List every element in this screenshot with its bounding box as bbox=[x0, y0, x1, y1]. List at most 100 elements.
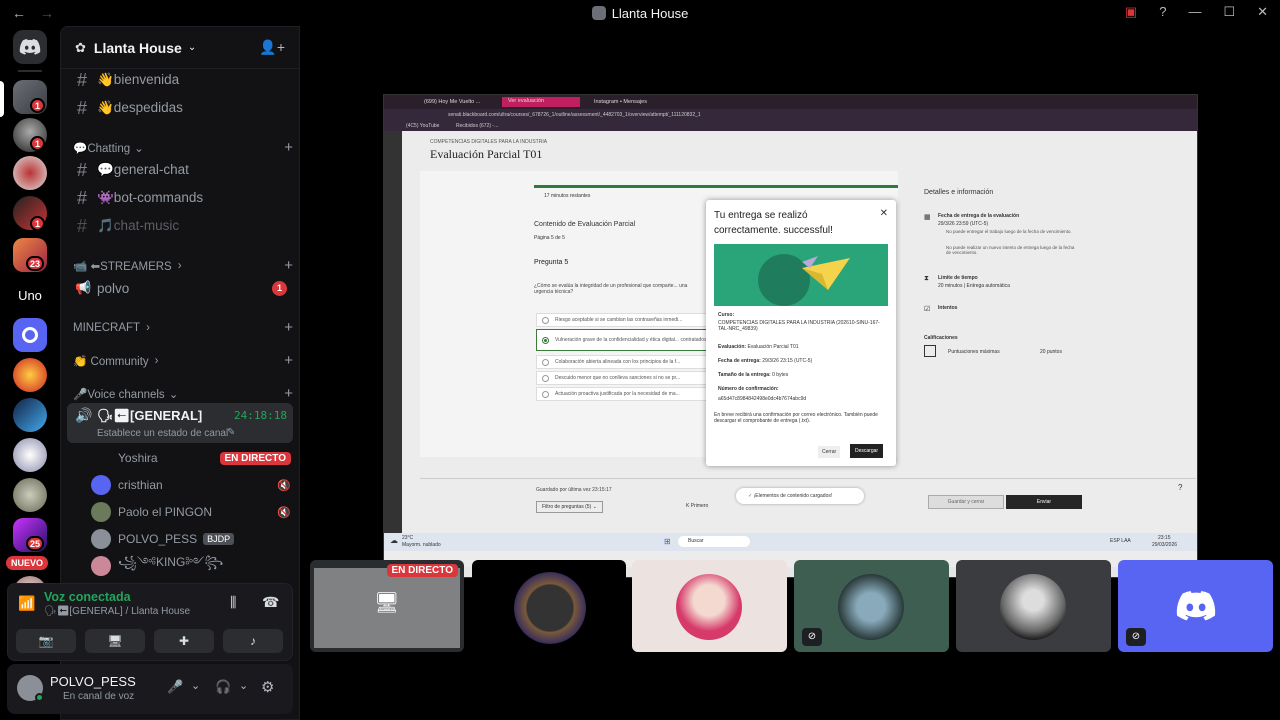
maximize-button[interactable]: ☐ bbox=[1223, 4, 1235, 20]
chevron-right-icon: › bbox=[177, 259, 182, 272]
due-note: No puede realizar un nuevo intento de en… bbox=[946, 245, 1075, 255]
category-streamers[interactable]: 📹 ⬅STREAMERS › + bbox=[73, 257, 293, 274]
server-6[interactable] bbox=[13, 358, 47, 392]
channel-label: 💬general-chat bbox=[97, 162, 189, 177]
inbox-icon[interactable]: ▣ bbox=[1125, 4, 1137, 20]
voice-channel-path[interactable]: 🗣⬅[GENERAL] / Llanta House bbox=[44, 606, 190, 617]
question-filter-button[interactable]: Filtro de preguntas (5) ⌄ bbox=[536, 501, 603, 513]
category-label: 🎤Voice channels bbox=[73, 388, 165, 401]
chevron-down-icon[interactable]: ⌄ bbox=[239, 679, 248, 692]
headphones-icon[interactable]: 🎧 bbox=[215, 679, 231, 695]
disconnect-icon[interactable]: ☎ bbox=[262, 594, 279, 611]
minimize-button[interactable]: — bbox=[1188, 4, 1201, 20]
option-text: Riesgo aceptable si se cambian las contr… bbox=[555, 317, 683, 323]
tile-participant[interactable] bbox=[472, 560, 626, 652]
voice-member-polvo-pess[interactable]: POLVO_PESS BJDP bbox=[91, 527, 291, 551]
deafened-icon: 🔇 bbox=[277, 479, 291, 492]
channel-general-chat[interactable]: # 💬general-chat bbox=[67, 157, 293, 183]
voice-member-yoshira[interactable]: Yoshira EN DIRECTO bbox=[91, 446, 291, 470]
title-bar: ← → Llanta House ▣ ? — ☐ ✕ bbox=[0, 0, 1280, 26]
server-8[interactable] bbox=[13, 438, 47, 472]
channel-bienvenida[interactable]: # 👋bienvenida bbox=[67, 67, 293, 93]
user-panel: POLVO_PESS En canal de voz 🎤 ⌄ 🎧 ⌄ ⚙ bbox=[7, 664, 293, 714]
guild-boost-icon: ✿ bbox=[75, 39, 86, 55]
search-box[interactable]: Buscar bbox=[678, 536, 750, 547]
server-9[interactable] bbox=[13, 478, 47, 512]
toggle-camera-button[interactable]: 📷 bbox=[16, 629, 76, 653]
invite-people-icon[interactable]: 👤+ bbox=[259, 39, 285, 56]
browser-tab[interactable]: (699) Hoy Me Vuelto ... bbox=[424, 99, 480, 105]
voice-member-cristhian[interactable]: cristhian 🔇 bbox=[91, 473, 291, 497]
toast-text: ¡Elementos de contenido cargados! bbox=[753, 493, 833, 499]
pencil-icon[interactable]: ✎ bbox=[227, 427, 235, 438]
server-3[interactable] bbox=[13, 156, 47, 190]
server-uno[interactable]: Uno bbox=[13, 278, 47, 312]
modal-download-button[interactable]: Descargar bbox=[850, 444, 884, 458]
voice-member-paolo[interactable]: Paolo el PINGON 🔇 bbox=[91, 500, 291, 524]
rail-divider bbox=[18, 70, 42, 72]
timer-bar bbox=[534, 185, 898, 188]
direct-messages-button[interactable] bbox=[13, 30, 47, 64]
limit-value: 20 minutos | Entrega automática bbox=[938, 283, 1010, 289]
settings-gear-icon[interactable]: ⚙ bbox=[261, 678, 274, 696]
close-button[interactable]: ✕ bbox=[1257, 4, 1268, 20]
category-minecraft[interactable]: MINECRAFT › + bbox=[73, 319, 293, 336]
tile-participant[interactable]: ⊘ bbox=[794, 560, 949, 652]
channel-chat-music[interactable]: # 🎵chat-music bbox=[67, 213, 293, 239]
voice-channel-general[interactable]: 🔊 🗣⬅[GENERAL] 24:18:18 Establece un esta… bbox=[67, 403, 293, 443]
server-discord[interactable] bbox=[13, 318, 47, 352]
avatar bbox=[838, 574, 904, 640]
soundboard-button[interactable]: ♪ bbox=[223, 629, 283, 653]
save-close-button[interactable]: Guardar y cerrar bbox=[928, 495, 1004, 509]
chevron-down-icon[interactable]: ⌄ bbox=[191, 679, 200, 692]
radio-icon bbox=[542, 391, 549, 398]
bookmark[interactable]: Recibidos (672) -... bbox=[456, 123, 498, 129]
category-community[interactable]: 👏 Community › + bbox=[73, 352, 293, 369]
tile-participant[interactable] bbox=[632, 560, 787, 652]
submission-modal: Tu entrega se realizó correctamente. suc… bbox=[706, 200, 896, 466]
category-chatting[interactable]: 💬Chatting ⌄ + bbox=[73, 139, 293, 156]
discord-bot-icon bbox=[22, 327, 38, 343]
close-icon[interactable]: ✕ bbox=[880, 208, 888, 219]
signal-icon[interactable]: 📶 bbox=[18, 595, 35, 612]
channel-status-prompt[interactable]: Establece un estado de canal bbox=[97, 428, 228, 439]
channel-polvo[interactable]: 📢 polvo 1 bbox=[67, 275, 293, 301]
guild-header[interactable]: ✿ Llanta House ⌄ 👤+ bbox=[61, 27, 299, 69]
voice-member-king[interactable]: ꧁༺KING༻꧂ bbox=[91, 554, 291, 578]
help-icon[interactable]: ? bbox=[1159, 4, 1166, 20]
course-small-label: COMPETENCIAS DIGITALES PARA LA INDUSTRIA bbox=[430, 139, 548, 145]
tile-stream-preview[interactable]: 🖥 EN DIRECTO bbox=[310, 560, 464, 652]
create-channel-icon[interactable]: + bbox=[284, 352, 293, 369]
saved-label: Guardado por última vez 23:15:17 bbox=[536, 487, 612, 493]
channel-despedidas[interactable]: # 👋despedidas bbox=[67, 95, 293, 121]
channel-bot-commands[interactable]: # 👾bot-commands bbox=[67, 185, 293, 211]
server-7[interactable] bbox=[13, 398, 47, 432]
attempts-title: Intentos bbox=[938, 305, 958, 311]
due-note: No puede entregar el trabajo luego de la… bbox=[946, 229, 1072, 234]
create-channel-icon[interactable]: + bbox=[284, 257, 293, 274]
tile-participant[interactable] bbox=[956, 560, 1111, 652]
browser-tab-active[interactable]: Ver evaluación bbox=[502, 97, 580, 107]
category-voice[interactable]: 🎤Voice channels ⌄ + bbox=[73, 385, 293, 402]
start-icon[interactable]: ⊞ bbox=[664, 537, 671, 546]
create-channel-icon[interactable]: + bbox=[284, 385, 293, 402]
browser-tab[interactable]: Instagram • Mensajes bbox=[594, 99, 647, 105]
first-button[interactable]: K Primero bbox=[686, 503, 708, 509]
help-icon[interactable]: ? bbox=[1178, 483, 1182, 492]
tile-participant-discord[interactable]: ⊘ bbox=[1118, 560, 1273, 652]
activities-button[interactable]: ✚ bbox=[154, 629, 214, 653]
create-channel-icon[interactable]: + bbox=[284, 319, 293, 336]
modal-close-button[interactable]: Cerrar bbox=[818, 446, 841, 458]
avatar bbox=[91, 502, 111, 522]
send-button[interactable]: Enviar bbox=[1006, 495, 1082, 509]
microphone-icon[interactable]: 🎤 bbox=[167, 679, 183, 695]
details-panel: Detalles e información ▦ Fecha de entreg… bbox=[914, 171, 1084, 371]
bookmark[interactable]: (4C5) YouTube bbox=[406, 123, 439, 129]
share-screen-button[interactable]: 🖥 bbox=[85, 629, 145, 653]
create-channel-icon[interactable]: + bbox=[284, 139, 293, 156]
exam-footer: Guardado por última vez 23:15:17 Filtro … bbox=[420, 478, 1196, 533]
screen-share-view[interactable]: (699) Hoy Me Vuelto ... Ver evaluación I… bbox=[383, 94, 1198, 578]
noise-suppression-icon[interactable]: ⫼ bbox=[230, 594, 236, 611]
browser-address-bar[interactable]: senati.blackboard.com/ultra/courses/_678… bbox=[384, 109, 1197, 121]
window-title: Llanta House bbox=[0, 6, 1280, 21]
